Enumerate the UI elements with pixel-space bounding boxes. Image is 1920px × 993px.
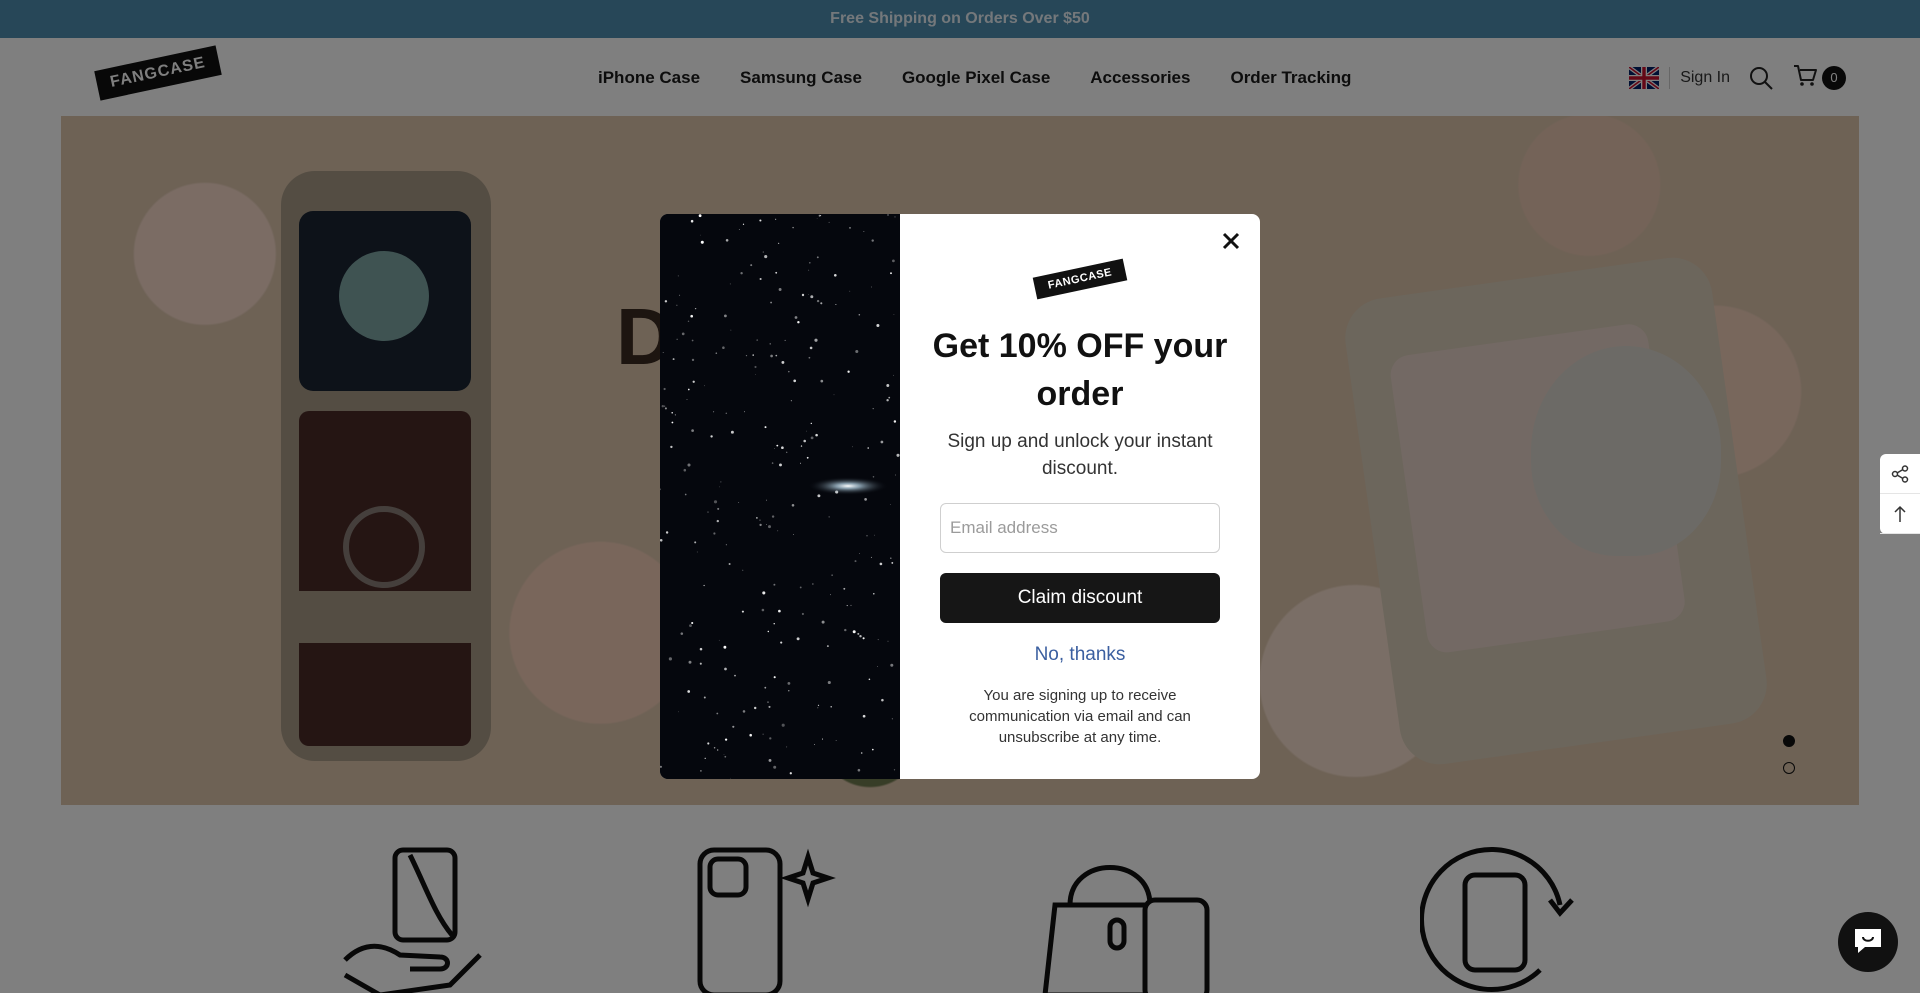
modal-title: Get 10% OFF your order bbox=[932, 327, 1228, 413]
no-thanks-link[interactable]: No, thanks bbox=[940, 644, 1220, 666]
email-field[interactable] bbox=[940, 503, 1220, 553]
modal-disclaimer: You are signing up to receive communicat… bbox=[969, 687, 1191, 746]
modal-logo-text: FANGCASE bbox=[1046, 266, 1114, 292]
back-to-top-icon[interactable] bbox=[1880, 494, 1920, 534]
modal-content: FANGCASE Get 10% OFF your order Sign up … bbox=[900, 214, 1260, 779]
chat-button[interactable] bbox=[1838, 912, 1898, 972]
discount-modal: FANGCASE Get 10% OFF your order Sign up … bbox=[660, 214, 1260, 779]
modal-subtitle: Sign up and unlock your instant discount… bbox=[947, 431, 1213, 479]
close-icon[interactable] bbox=[1216, 226, 1246, 256]
modal-logo: FANGCASE bbox=[1032, 258, 1128, 300]
side-widgets bbox=[1880, 454, 1920, 534]
modal-galaxy-image bbox=[660, 214, 900, 779]
chat-icon bbox=[1851, 925, 1885, 960]
share-icon[interactable] bbox=[1880, 454, 1920, 494]
claim-discount-button[interactable]: Claim discount bbox=[940, 573, 1220, 623]
